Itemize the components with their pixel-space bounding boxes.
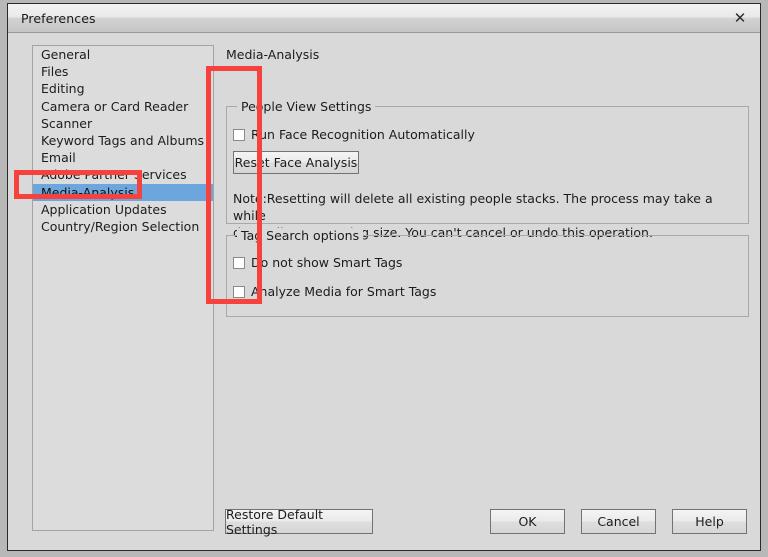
reset-face-analysis-button[interactable]: Reset Face Analysis	[233, 151, 359, 174]
sidebar-item-media-analysis[interactable]: Media-Analysis	[33, 183, 213, 201]
analyze-media-for-smart-tags-row[interactable]: Analyze Media for Smart Tags	[233, 284, 436, 299]
sidebar-item-camera-or-card-reader[interactable]: Camera or Card Reader	[33, 98, 213, 115]
people-view-settings-legend: People View Settings	[237, 99, 376, 114]
tag-search-options-legend: Tag Search options	[237, 228, 364, 243]
sidebar-item-adobe-partner-services[interactable]: Adobe Partner Services	[33, 166, 213, 183]
restore-default-settings-button[interactable]: Restore Default Settings	[225, 507, 373, 537]
run-face-recognition-checkbox[interactable]	[233, 128, 245, 141]
window-title: Preferences	[21, 11, 96, 26]
cancel-button[interactable]: Cancel	[581, 509, 656, 534]
dialog-body: General Files Editing Camera or Card Rea…	[8, 33, 760, 550]
category-list[interactable]: General Files Editing Camera or Card Rea…	[32, 45, 214, 531]
sidebar-item-files[interactable]: Files	[33, 63, 213, 80]
sidebar-item-scanner[interactable]: Scanner	[33, 115, 213, 132]
sidebar-item-email[interactable]: Email	[33, 149, 213, 166]
analyze-media-for-smart-tags-label: Analyze Media for Smart Tags	[251, 284, 437, 299]
do-not-show-smart-tags-row[interactable]: Do not show Smart Tags	[233, 255, 402, 270]
reset-note-line-1: Note:Resetting will delete all existing …	[233, 191, 713, 223]
help-button[interactable]: Help	[672, 509, 747, 534]
analyze-media-for-smart-tags-checkbox[interactable]	[233, 285, 245, 298]
preferences-dialog: Preferences ✕ General Files Editing Came…	[7, 3, 761, 551]
close-icon[interactable]: ✕	[729, 9, 751, 28]
sidebar-item-general[interactable]: General	[33, 46, 213, 63]
do-not-show-smart-tags-label: Do not show Smart Tags	[251, 255, 403, 270]
sidebar-item-editing[interactable]: Editing	[33, 80, 213, 97]
sidebar-item-application-updates[interactable]: Application Updates	[33, 201, 213, 218]
run-face-recognition-row[interactable]: Run Face Recognition Automatically	[233, 127, 475, 142]
sidebar-item-country-region-selection[interactable]: Country/Region Selection	[33, 218, 213, 235]
run-face-recognition-label: Run Face Recognition Automatically	[251, 127, 475, 142]
ok-button[interactable]: OK	[490, 509, 565, 534]
page-title: Media-Analysis	[226, 47, 320, 62]
sidebar-item-keyword-tags-and-albums[interactable]: Keyword Tags and Albums	[33, 132, 213, 149]
tag-search-options-group: Tag Search options	[226, 228, 749, 317]
do-not-show-smart-tags-checkbox[interactable]	[233, 256, 245, 269]
title-bar: Preferences ✕	[8, 4, 760, 33]
